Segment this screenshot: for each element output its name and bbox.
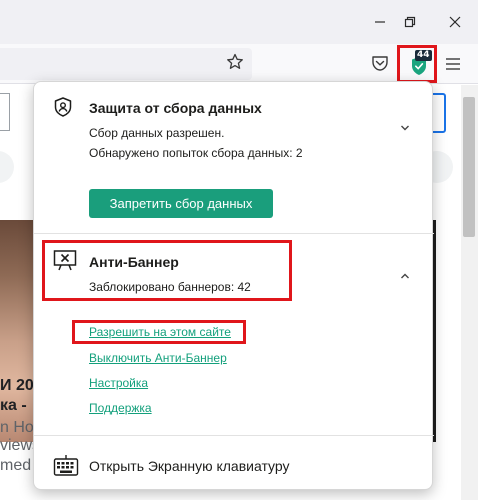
restore-icon[interactable] <box>398 10 422 34</box>
window-titlebar <box>0 0 478 44</box>
block-data-collection-button[interactable]: Запретить сбор данных <box>89 189 273 218</box>
bookmark-star-icon[interactable] <box>224 53 246 75</box>
pocket-icon[interactable] <box>371 55 391 73</box>
open-on-screen-keyboard-label[interactable]: Открыть Экранную клавиатуру <box>89 458 290 474</box>
disable-anti-banner-link[interactable]: Выключить Анти-Баннер <box>89 351 227 365</box>
scrollbar-thumb[interactable] <box>463 97 475 237</box>
page-headline-line-2[interactable]: ка - <box>0 397 27 415</box>
kaspersky-extension-button[interactable]: 44 <box>397 45 437 83</box>
section-divider <box>34 233 434 234</box>
data-protection-title: Защита от сбора данных <box>89 100 262 116</box>
anti-banner-icon <box>53 250 77 271</box>
chevron-down-icon[interactable] <box>400 120 410 136</box>
page-search-box[interactable] <box>0 93 10 131</box>
section-divider-bottom <box>34 435 434 436</box>
data-protection-status: Сбор данных разрешен. <box>89 126 225 140</box>
url-bar[interactable] <box>0 48 252 80</box>
privacy-shield-icon <box>54 97 72 117</box>
anti-banner-title: Анти-Баннер <box>89 254 179 270</box>
allow-on-site-link[interactable]: Разрешить на этом сайте <box>89 325 231 339</box>
settings-link[interactable]: Настройка <box>89 376 148 390</box>
extension-badge-count: 44 <box>415 50 432 61</box>
close-icon[interactable] <box>443 10 467 34</box>
anti-banner-blocked-count: Заблокировано баннеров: 42 <box>89 280 251 294</box>
browser-toolbar: 44 <box>0 44 478 84</box>
keyboard-icon <box>53 455 79 476</box>
menu-icon[interactable] <box>445 57 461 71</box>
page-nav-button-left[interactable] <box>0 151 14 183</box>
minimize-icon[interactable] <box>368 10 392 34</box>
kaspersky-popup-panel: Защита от сбора данных Сбор данных разре… <box>33 81 434 490</box>
page-scrollbar[interactable] <box>461 85 478 500</box>
data-protection-attempts: Обнаружено попыток сбора данных: 2 <box>89 146 303 160</box>
chevron-up-icon[interactable] <box>400 268 410 284</box>
support-link[interactable]: Поддержка <box>89 401 152 415</box>
